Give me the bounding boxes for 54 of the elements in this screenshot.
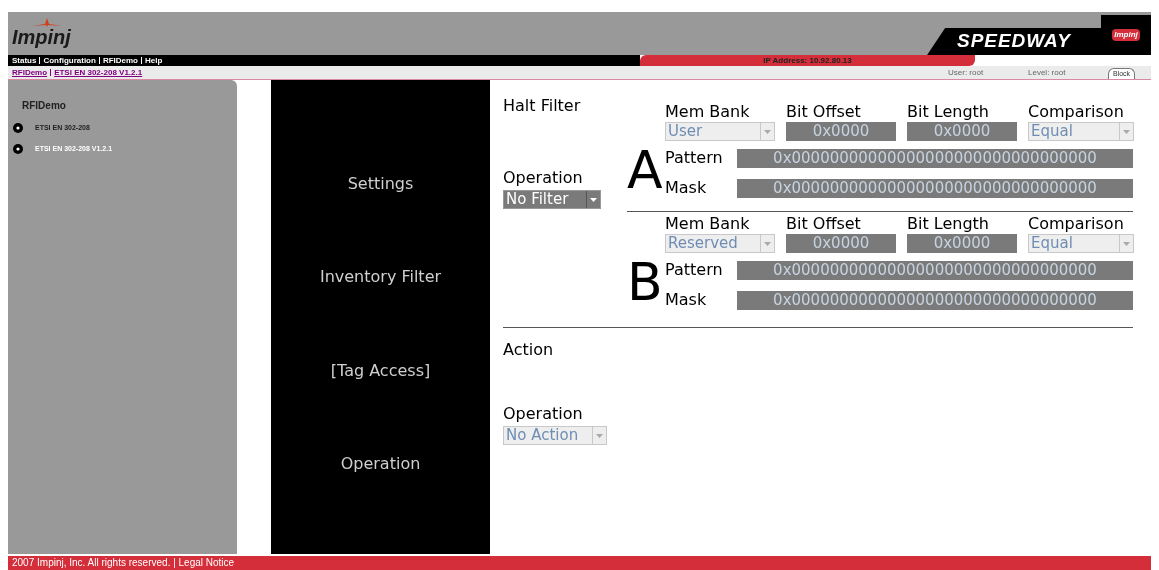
level-label: Level: root bbox=[1028, 66, 1067, 79]
input-field[interactable]: 0x00000000000000000000000000000000 bbox=[737, 260, 1133, 280]
input-field[interactable]: 0x0000 bbox=[907, 122, 1017, 141]
field-label: Operation bbox=[503, 167, 584, 189]
caret-icon bbox=[586, 191, 600, 208]
user-label: User: root bbox=[948, 66, 985, 79]
logo: Impinj bbox=[12, 27, 71, 47]
copyright-text: 2007 Impinj, Inc. All rights reserved. | Legal Notice bbox=[12, 558, 235, 568]
input-field[interactable]: 0x0000 bbox=[786, 234, 896, 253]
column-label: Comparison bbox=[1028, 102, 1125, 122]
column-label: Mem Bank bbox=[665, 102, 751, 122]
field-label: Mask bbox=[665, 177, 708, 199]
caret-icon bbox=[760, 123, 774, 140]
filter-letter: A bbox=[627, 139, 664, 201]
menu-item[interactable]: Inventory Filter bbox=[319, 265, 442, 290]
dropdown[interactable]: No Filter bbox=[503, 190, 601, 209]
nav-link[interactable]: Status bbox=[12, 56, 37, 65]
input-field[interactable]: 0x0000 bbox=[786, 122, 896, 141]
nav-link[interactable]: Help bbox=[145, 56, 163, 65]
column-label: Bit Offset bbox=[786, 102, 862, 122]
bullet-icon bbox=[13, 143, 23, 154]
column-label: Bit Offset bbox=[786, 214, 862, 234]
menu-item[interactable]: Settings bbox=[347, 172, 414, 196]
menu-item[interactable]: [Tag Access] bbox=[330, 358, 431, 383]
field-label: Mask bbox=[665, 289, 708, 311]
section-title: Action bbox=[503, 339, 555, 361]
caret-icon bbox=[760, 235, 774, 252]
caret-icon bbox=[592, 427, 606, 444]
filter-letter: B bbox=[627, 251, 664, 313]
section-title: Halt Filter bbox=[503, 95, 582, 117]
field-label: Operation bbox=[503, 403, 584, 425]
nav-link[interactable]: RFIDemo bbox=[102, 56, 138, 65]
column-label: Bit Length bbox=[907, 102, 990, 122]
bullet-icon bbox=[13, 123, 23, 134]
input-field[interactable]: 0x00000000000000000000000000000000 bbox=[737, 290, 1133, 310]
caret-icon bbox=[1119, 235, 1133, 252]
brand-badge: Impinj bbox=[1101, 15, 1151, 55]
field-label: Pattern bbox=[665, 259, 724, 281]
input-field[interactable]: 0x00000000000000000000000000000000 bbox=[737, 178, 1133, 198]
column-label: Mem Bank bbox=[665, 214, 751, 234]
input-field[interactable]: 0x0000 bbox=[907, 234, 1017, 253]
breadcrumb-link[interactable]: ETSI EN 302-208 V1.2.1 bbox=[54, 66, 143, 79]
column-label: Comparison bbox=[1028, 214, 1125, 234]
column-label: Bit Length bbox=[907, 214, 990, 234]
product-banner: SPEEDWAY bbox=[927, 28, 1101, 55]
field-label: Pattern bbox=[665, 147, 724, 169]
ip-address-bar: IP Address: 10.92.80.13 bbox=[640, 55, 975, 66]
input-field[interactable]: 0x00000000000000000000000000000000 bbox=[737, 148, 1133, 168]
breadcrumb-link[interactable]: RFIDemo bbox=[12, 66, 48, 79]
sidebar-title: RFIDemo bbox=[21, 99, 67, 113]
starburst-icon bbox=[32, 18, 62, 27]
menu-item[interactable]: Operation bbox=[340, 452, 421, 476]
caret-icon bbox=[1119, 123, 1133, 140]
nav-link[interactable]: Configuration bbox=[43, 56, 96, 65]
